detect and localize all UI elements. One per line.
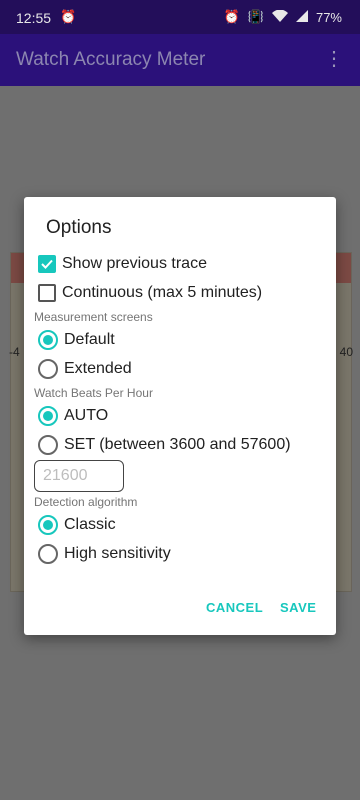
save-button[interactable]: SAVE [280,600,316,615]
app-title: Watch Accuracy Meter [16,49,206,70]
radio-set[interactable]: SET (between 3600 and 57600) [38,431,291,459]
radio-selected-icon[interactable] [38,406,58,426]
option-label: Show previous trace [62,255,207,272]
radio-default[interactable]: Default [38,326,115,354]
chart-left-tick: -4 [9,345,20,359]
dialog-title: Options [46,217,112,238]
radio-unselected-icon[interactable] [38,359,58,379]
checkbox-unchecked-icon[interactable] [38,284,56,302]
option-label: Default [64,331,115,348]
option-label: Classic [64,516,116,533]
options-dialog: Options Show previous trace Continuous (… [24,197,336,635]
chart-right-tick: 40 [339,345,353,359]
section-header-detection: Detection algorithm [34,495,138,509]
more-vert-icon[interactable]: ⋮ [324,49,344,69]
alarm-icon: ⏰ [60,9,77,24]
radio-auto[interactable]: AUTO [38,402,108,430]
vibrate-icon: 📳 [247,9,264,24]
bph-input[interactable] [34,460,124,492]
status-bar: 12:55 ⏰ ⏰ 📳 77% [0,0,360,34]
continuous-option[interactable]: Continuous (max 5 minutes) [38,279,262,307]
alarm-icon: ⏰ [223,9,240,24]
option-label: AUTO [64,407,109,424]
status-icons: ⏰ 📳 77% [224,9,342,25]
checkbox-checked-icon[interactable] [38,255,56,273]
radio-unselected-icon[interactable] [38,544,58,564]
radio-high-sensitivity[interactable]: High sensitivity [38,540,171,568]
section-header-bph: Watch Beats Per Hour [34,386,153,400]
option-label: Continuous (max 5 minutes) [62,284,263,301]
option-label: High sensitivity [64,545,171,562]
option-label: SET (between 3600 and 57600) [64,436,291,453]
wifi-icon [271,9,288,25]
radio-selected-icon[interactable] [38,330,58,350]
section-header-measurement: Measurement screens [34,310,153,324]
status-time: 12:55 [16,10,52,26]
radio-selected-icon[interactable] [38,515,58,535]
cancel-button[interactable]: CANCEL [206,600,263,615]
radio-extended[interactable]: Extended [38,355,132,383]
radio-classic[interactable]: Classic [38,511,116,539]
signal-icon [295,9,308,25]
battery-percent: 77% [315,9,342,25]
radio-unselected-icon[interactable] [38,435,58,455]
option-label: Extended [64,360,132,377]
app-bar: Watch Accuracy Meter ⋮ [0,34,360,86]
show-previous-trace-option[interactable]: Show previous trace [38,250,207,278]
